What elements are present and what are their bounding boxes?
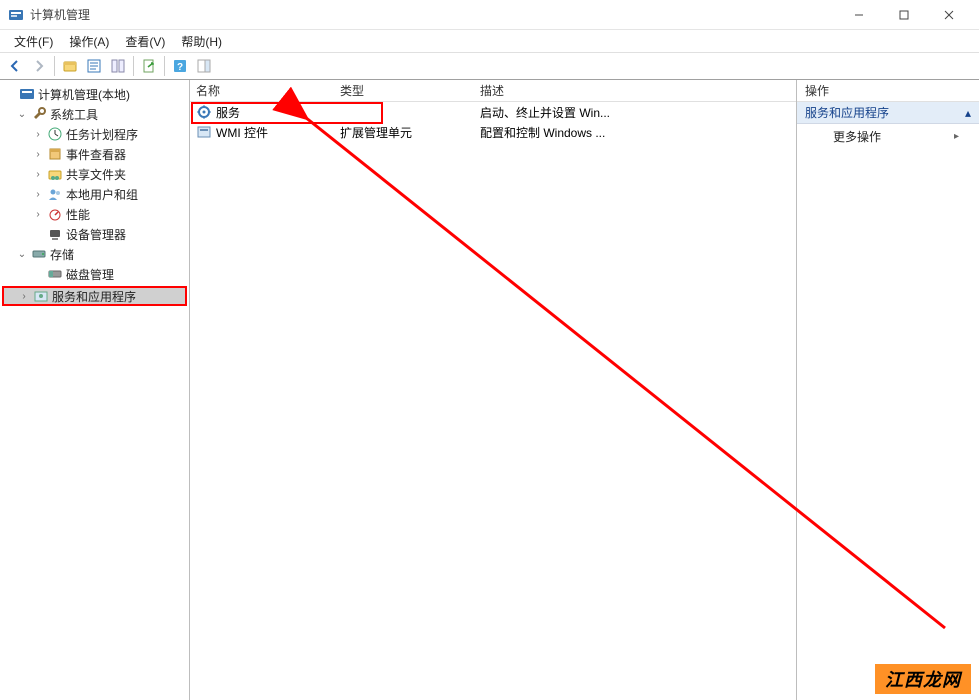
computer-management-icon (19, 86, 35, 102)
tree-label: 任务计划程序 (66, 126, 138, 143)
close-button[interactable] (926, 0, 971, 29)
minimize-button[interactable] (836, 0, 881, 29)
tree-label: 系统工具 (50, 106, 98, 123)
back-button[interactable] (4, 55, 26, 77)
wmi-icon (196, 124, 212, 140)
title-bar: 计算机管理 (0, 0, 979, 30)
disk-icon (47, 266, 63, 282)
device-icon (47, 226, 63, 242)
list-panel[interactable]: 名称 类型 描述 服务 启动、终止并设置 Win... WMI 控件 扩展管理单… (190, 80, 797, 700)
toolbar: ? (0, 52, 979, 80)
forward-button[interactable] (28, 55, 50, 77)
row-desc: 配置和控制 Windows ... (480, 124, 605, 141)
clock-icon (47, 126, 63, 142)
actions-header: 操作 (797, 80, 979, 102)
expand-icon[interactable]: › (18, 291, 30, 302)
tree-label: 性能 (66, 206, 90, 223)
svg-text:?: ? (177, 62, 183, 73)
actions-more[interactable]: 更多操作 ▸ (797, 124, 979, 148)
tree-event-viewer[interactable]: › 事件查看器 (2, 144, 187, 164)
menu-view[interactable]: 查看(V) (117, 31, 173, 52)
app-icon (8, 7, 24, 23)
expand-icon[interactable]: › (32, 189, 44, 200)
list-row-wmi[interactable]: WMI 控件 扩展管理单元 配置和控制 Windows ... (190, 122, 796, 142)
expand-icon[interactable]: › (32, 129, 44, 140)
event-icon (47, 146, 63, 162)
show-hide-button[interactable] (107, 55, 129, 77)
chevron-right-icon: ▸ (954, 131, 959, 142)
menu-action[interactable]: 操作(A) (61, 31, 117, 52)
tree-root[interactable]: 计算机管理(本地) (2, 84, 187, 104)
tree-performance[interactable]: › 性能 (2, 204, 187, 224)
actions-section[interactable]: 服务和应用程序 ▴ (797, 102, 979, 124)
expand-icon[interactable]: › (32, 209, 44, 220)
column-type[interactable]: 类型 (334, 82, 474, 99)
collapse-icon[interactable]: ⌄ (16, 109, 28, 120)
action-pane-button[interactable] (193, 55, 215, 77)
toolbar-separator (54, 56, 55, 76)
window-title: 计算机管理 (30, 6, 836, 23)
tree-services-apps[interactable]: › 服务和应用程序 (2, 286, 187, 306)
expand-icon[interactable]: › (32, 149, 44, 160)
tree-label: 本地用户和组 (66, 186, 138, 203)
tree-local-users[interactable]: › 本地用户和组 (2, 184, 187, 204)
tree-task-scheduler[interactable]: › 任务计划程序 (2, 124, 187, 144)
tree-label: 存储 (50, 246, 74, 263)
tree-device-manager[interactable]: 设备管理器 (2, 224, 187, 244)
watermark: 江西龙网 (875, 664, 971, 694)
actions-panel: 操作 服务和应用程序 ▴ 更多操作 ▸ (797, 80, 979, 700)
services-apps-icon (33, 288, 49, 304)
toolbar-separator (133, 56, 134, 76)
column-desc[interactable]: 描述 (474, 82, 796, 99)
row-name: WMI 控件 (216, 124, 268, 141)
tools-icon (31, 106, 47, 122)
tree-disk-management[interactable]: 磁盘管理 (2, 264, 187, 284)
tree-system-tools[interactable]: ⌄ 系统工具 (2, 104, 187, 124)
list-row-services[interactable]: 服务 启动、终止并设置 Win... (190, 102, 796, 122)
maximize-button[interactable] (881, 0, 926, 29)
expand-icon[interactable]: › (32, 169, 44, 180)
tree-label: 共享文件夹 (66, 166, 126, 183)
performance-icon (47, 206, 63, 222)
main-area: 计算机管理(本地) ⌄ 系统工具 › 任务计划程序 › 事件查看器 › 共享文件… (0, 80, 979, 700)
tree-label: 事件查看器 (66, 146, 126, 163)
tree-label: 服务和应用程序 (52, 288, 136, 305)
menu-bar: 文件(F) 操作(A) 查看(V) 帮助(H) (0, 30, 979, 52)
properties-button[interactable] (83, 55, 105, 77)
storage-icon (31, 246, 47, 262)
tree-panel[interactable]: 计算机管理(本地) ⌄ 系统工具 › 任务计划程序 › 事件查看器 › 共享文件… (0, 80, 190, 700)
toolbar-separator (164, 56, 165, 76)
tree-label: 计算机管理(本地) (38, 86, 130, 103)
row-type: 扩展管理单元 (340, 124, 412, 141)
export-button[interactable] (138, 55, 160, 77)
window-buttons (836, 0, 971, 29)
help-button[interactable]: ? (169, 55, 191, 77)
actions-more-label: 更多操作 (833, 128, 881, 145)
menu-help[interactable]: 帮助(H) (173, 31, 230, 52)
menu-file[interactable]: 文件(F) (6, 31, 61, 52)
column-name[interactable]: 名称 (190, 82, 334, 99)
list-header: 名称 类型 描述 (190, 80, 796, 102)
tree-storage[interactable]: ⌄ 存储 (2, 244, 187, 264)
tree-label: 设备管理器 (66, 226, 126, 243)
services-icon (196, 104, 212, 120)
up-button[interactable] (59, 55, 81, 77)
shared-folder-icon (47, 166, 63, 182)
list-body: 服务 启动、终止并设置 Win... WMI 控件 扩展管理单元 配置和控制 W… (190, 102, 796, 142)
tree-shared-folders[interactable]: › 共享文件夹 (2, 164, 187, 184)
row-desc: 启动、终止并设置 Win... (480, 104, 610, 121)
collapse-icon[interactable]: ⌄ (16, 249, 28, 260)
users-icon (47, 186, 63, 202)
chevron-up-icon: ▴ (965, 106, 971, 120)
actions-section-label: 服务和应用程序 (805, 104, 889, 121)
row-name: 服务 (216, 104, 240, 121)
tree-label: 磁盘管理 (66, 266, 114, 283)
